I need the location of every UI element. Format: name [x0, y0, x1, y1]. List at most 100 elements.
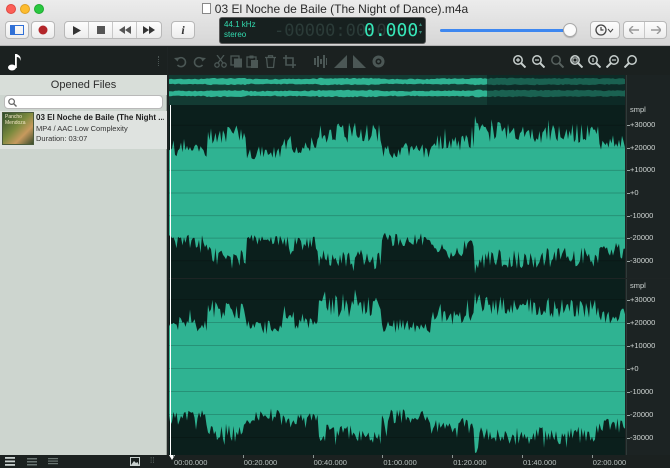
ruler-label: +20000 [630, 142, 656, 152]
effects-icon[interactable] [372, 55, 385, 68]
time-display: 44.1 kHz stereo -00000:00:0 0.000 ▴ ▾ [219, 17, 426, 44]
history-icon [595, 24, 614, 36]
sample-rate: 44.1 kHz [224, 20, 256, 29]
info-icon: i [181, 22, 185, 37]
waveform-shape [169, 116, 625, 274]
zoom-vertical-out-icon[interactable] [606, 55, 619, 68]
album-art-text: Pancho Mendoza [5, 114, 26, 126]
editor-toolbar [168, 47, 670, 75]
ruler-label: -20000 [630, 233, 654, 243]
back-button[interactable] [624, 22, 645, 38]
left-channel-waveform [169, 116, 625, 274]
waveform-shape [169, 289, 625, 453]
file-name: 03 El Noche de Baile (The Night ... [36, 113, 164, 122]
normalize-icon[interactable] [314, 55, 327, 68]
paste-icon[interactable] [246, 55, 259, 68]
ruler-label: +0 [630, 188, 639, 197]
volume-slider[interactable] [440, 29, 574, 32]
time-label: 00:00.000 [174, 458, 208, 467]
waveform-channel-left[interactable] [169, 105, 625, 278]
volume-fill [440, 29, 570, 32]
cut-icon[interactable] [214, 55, 227, 68]
toggle-sidebar-button[interactable] [5, 21, 29, 39]
playhead[interactable] [170, 105, 171, 455]
overview-offscreen-shade [487, 75, 625, 105]
compact-list-icon[interactable] [27, 457, 37, 466]
time-label: 01:20.000 [453, 458, 487, 467]
zoom-vertical-in-icon[interactable] [588, 55, 601, 68]
rewind-button[interactable] [113, 22, 137, 38]
delete-icon[interactable] [264, 55, 277, 68]
right-channel-waveform [169, 289, 625, 453]
sidebar-header-bar [0, 47, 167, 75]
zoom-vertical-reset-icon[interactable] [624, 55, 637, 68]
volume-knob[interactable] [562, 23, 577, 37]
splitter-handle[interactable] [158, 56, 161, 66]
zoom-out-icon[interactable] [532, 55, 545, 68]
ruler-label: +0 [630, 364, 639, 373]
arrow-right-icon [650, 26, 661, 34]
stop-button[interactable] [89, 22, 113, 38]
ruler-unit: smpl [630, 105, 646, 114]
waveform-channel-right[interactable] [169, 279, 625, 455]
ruler-label: -20000 [630, 409, 654, 419]
channels: stereo [224, 30, 247, 39]
forward-button[interactable] [645, 22, 666, 38]
file-list-item[interactable]: Pancho Mendoza 03 El Noche de Baile (The… [0, 111, 167, 149]
search-field[interactable] [4, 95, 163, 109]
zoom-fit-icon[interactable] [551, 55, 564, 68]
ruler-label: -30000 [630, 255, 654, 265]
history-button[interactable] [590, 21, 620, 39]
display-mode-indicator: ▴ ▾ [418, 22, 422, 36]
sidebar-resize-handle[interactable]: ⁞⁞ [150, 456, 154, 465]
transport-controls [64, 21, 162, 39]
zoom-selection-icon[interactable] [570, 55, 583, 68]
record-button[interactable] [31, 21, 55, 39]
list-view-icon[interactable] [5, 457, 15, 466]
amplitude-ruler-right: smpl +30000 +20000 +10000 +0 -10000 -20000 -30… [626, 279, 670, 455]
ruler-label: +10000 [630, 341, 656, 351]
time-label: 01:40.000 [523, 458, 557, 467]
detail-list-icon[interactable] [48, 457, 58, 466]
current-time: 0.000 [364, 20, 419, 41]
time-label: 02:00.000 [592, 458, 627, 467]
info-button[interactable]: i [171, 21, 195, 39]
ruler-label: -10000 [630, 386, 654, 396]
record-icon [38, 25, 48, 35]
fade-in-icon[interactable] [334, 55, 347, 68]
fast-forward-button[interactable] [137, 22, 161, 38]
undo-icon[interactable] [174, 55, 187, 68]
zoom-in-icon[interactable] [513, 55, 526, 68]
overview-waveform [169, 75, 625, 105]
crop-icon[interactable] [283, 55, 296, 68]
ruler-label: +10000 [630, 165, 656, 175]
ruler-unit: smpl [630, 281, 646, 290]
time-label: 00:40.000 [313, 458, 347, 467]
format-info: 44.1 kHz stereo [224, 20, 256, 40]
time-ruler[interactable]: 00:00.000 00:20.000 00:40.000 01:00.000 01:2… [169, 455, 627, 468]
sidebar: Opened Files Pancho Mendoza 03 El Noche … [0, 47, 167, 455]
copy-icon[interactable] [230, 55, 243, 68]
album-art-thumbnail: Pancho Mendoza [2, 112, 34, 145]
window-title-text: 03 El Noche de Baile (The Night of Dance… [214, 2, 469, 16]
sidebar-icon [10, 25, 24, 35]
fast-forward-icon [143, 26, 155, 34]
image-view-icon[interactable] [130, 457, 140, 466]
search-input[interactable] [19, 96, 159, 108]
search-icon [8, 98, 17, 107]
navigation-arrows [623, 21, 667, 39]
fade-out-icon[interactable] [353, 55, 366, 68]
redo-icon[interactable] [193, 55, 206, 68]
window-title: 03 El Noche de Baile (The Night of Dance… [0, 2, 670, 16]
ruler-label: +30000 [630, 295, 656, 305]
file-duration: Duration: 03:07 [36, 134, 88, 143]
time-label: 01:00.000 [383, 458, 417, 467]
ruler-label: -10000 [630, 210, 654, 220]
amplitude-ruler-left: smpl +30000 +20000 +10000 +0 -10000 -20000 -30… [626, 105, 670, 278]
overview-ruler [626, 75, 670, 105]
title-bar: 03 El Noche de Baile (The Night of Dance… [0, 0, 670, 46]
rewind-icon [118, 26, 131, 34]
waveform-overview[interactable] [169, 75, 625, 105]
play-button[interactable] [65, 22, 89, 38]
time-label: 00:20.000 [243, 458, 278, 467]
